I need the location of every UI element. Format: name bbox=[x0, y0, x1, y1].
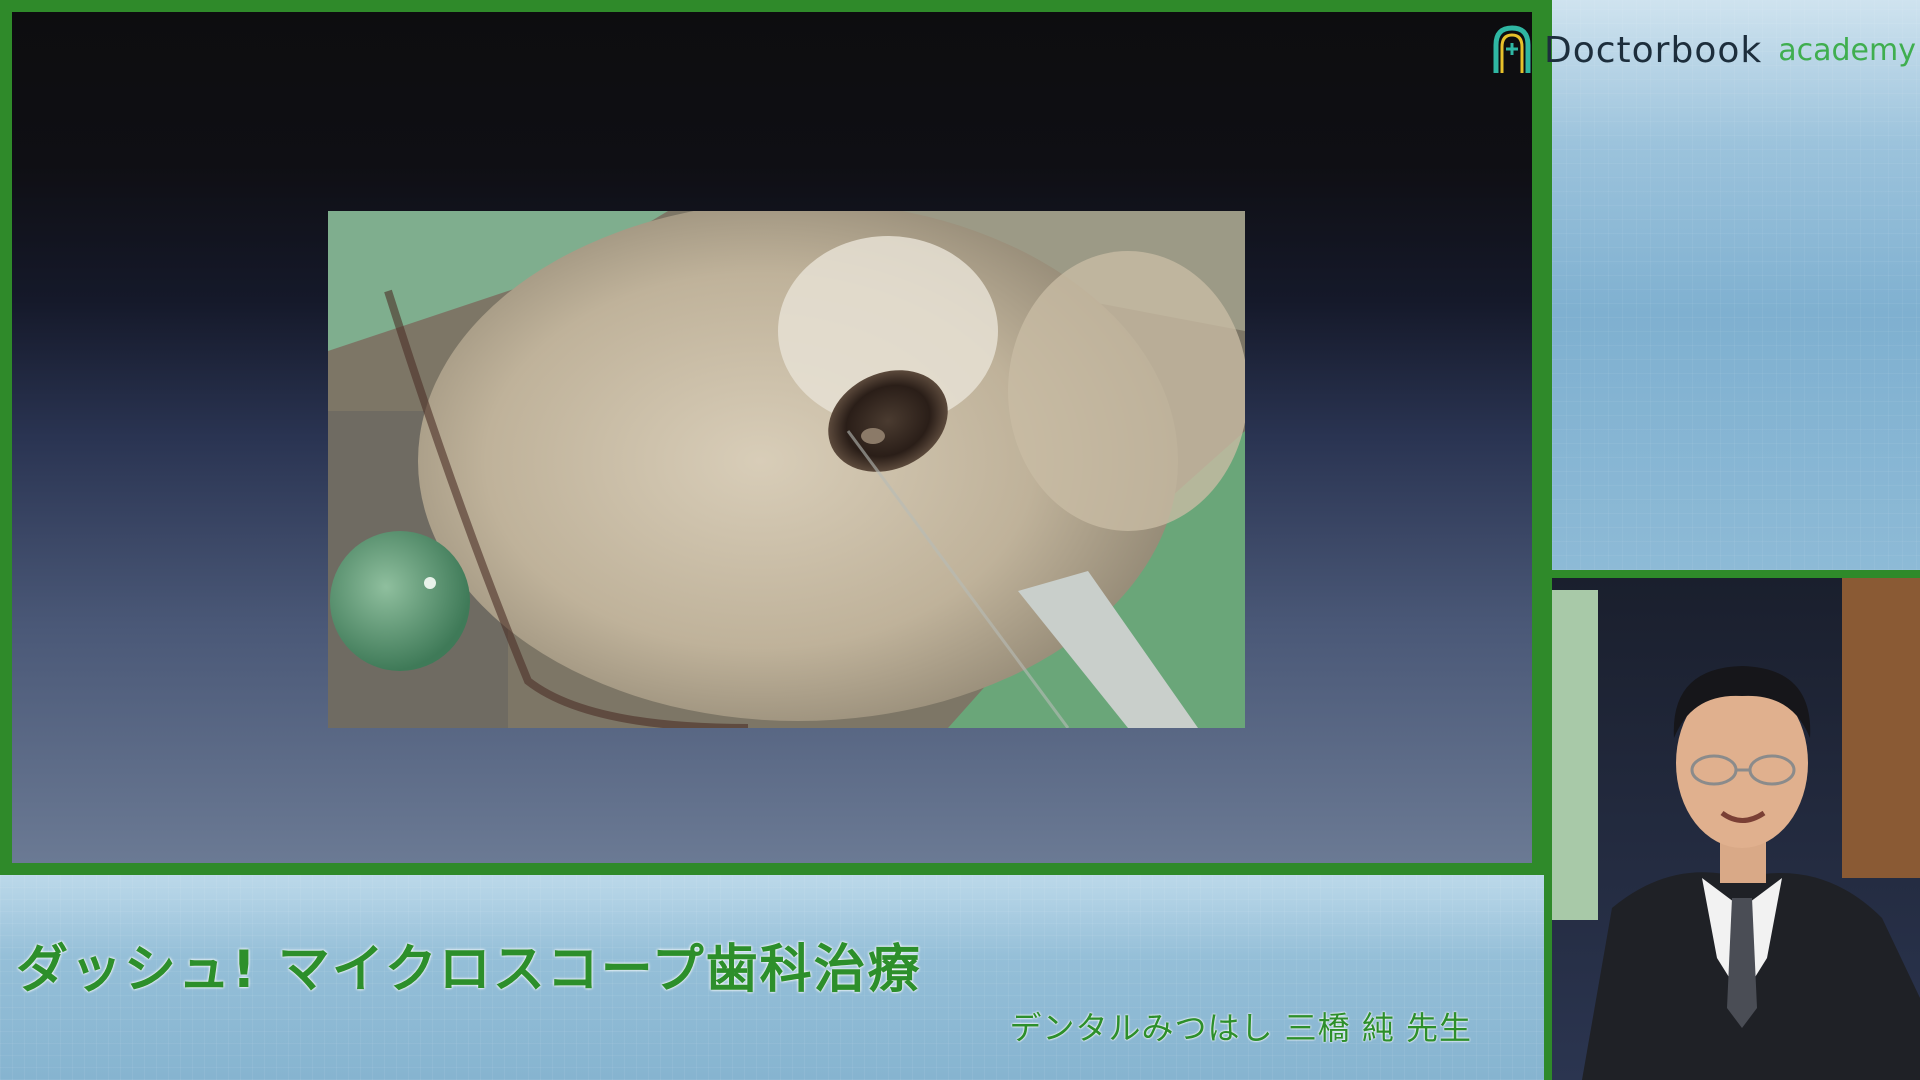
side-decor-panel bbox=[1552, 0, 1920, 570]
title-banner: ダッシュ! マイクロスコープ歯科治療 デンタルみつはし 三橋 純 先生 bbox=[0, 875, 1544, 1080]
tooth-arch-icon bbox=[1493, 25, 1531, 73]
tooth-photo-illustration bbox=[328, 211, 1245, 728]
course-title: ダッシュ! マイクロスコープ歯科治療 bbox=[16, 940, 922, 1000]
slide-panel bbox=[0, 0, 1544, 875]
doctorbook-logo: Doctorbook academy bbox=[1492, 22, 1916, 78]
presenter-video bbox=[1552, 578, 1920, 1080]
frame-divider-vertical bbox=[1544, 0, 1552, 1080]
lecturer-name: デンタルみつはし 三橋 純 先生 bbox=[1009, 1009, 1472, 1047]
logo-name: Doctorbook bbox=[1544, 29, 1763, 71]
presenter-illustration bbox=[1552, 578, 1920, 1080]
logo-sub: academy bbox=[1778, 32, 1916, 68]
microscope-tooth-image bbox=[328, 211, 1245, 728]
frame-divider-horizontal bbox=[1544, 570, 1920, 578]
